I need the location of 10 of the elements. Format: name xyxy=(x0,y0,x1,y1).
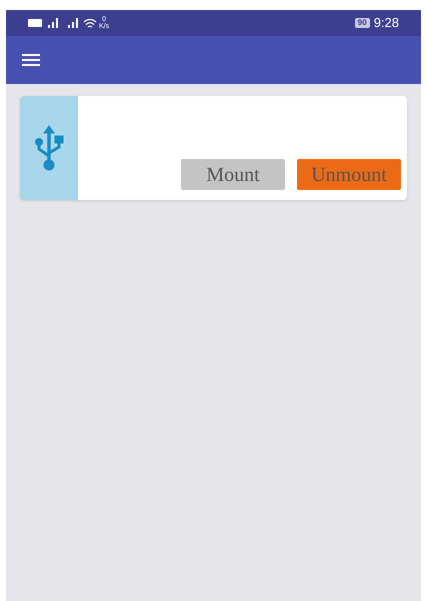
mount-button[interactable]: Mount xyxy=(181,159,285,190)
unmount-button[interactable]: Unmount xyxy=(297,159,401,190)
usb-icon xyxy=(34,125,64,171)
wifi-icon xyxy=(83,18,97,28)
signal-icon xyxy=(48,18,60,28)
battery-level: 90 xyxy=(354,18,370,28)
signal-icon xyxy=(68,18,80,28)
clock-time: 9:28 xyxy=(374,14,399,32)
sim-icon xyxy=(28,19,42,27)
menu-icon[interactable] xyxy=(22,54,40,66)
